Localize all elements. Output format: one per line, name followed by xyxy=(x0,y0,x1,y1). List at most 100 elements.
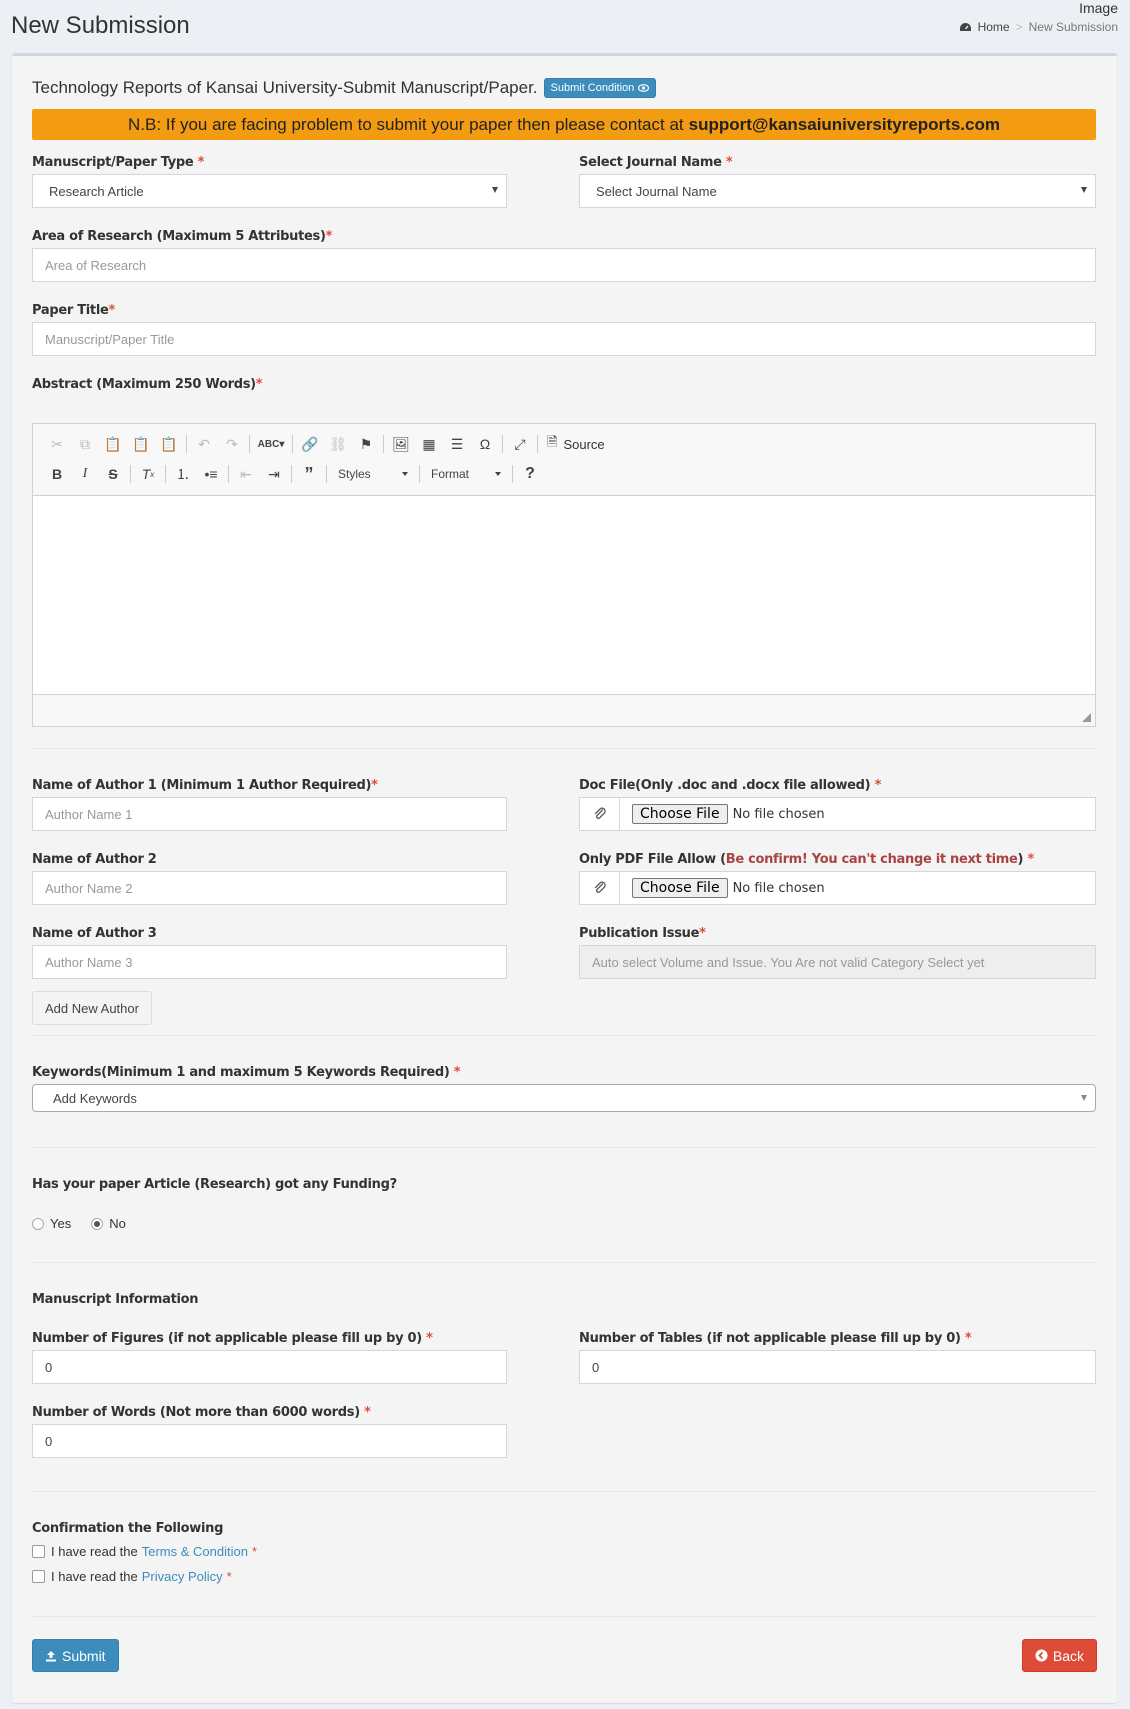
strikethrough-icon[interactable]: S xyxy=(99,461,127,487)
italic-icon[interactable]: I xyxy=(71,461,99,487)
doc-file-label: Doc File(Only .doc and .docx file allowe… xyxy=(579,778,882,793)
abstract-label: Abstract (Maximum 250 Words)* xyxy=(32,377,263,392)
help-icon[interactable]: ? xyxy=(516,461,544,487)
abstract-editor-area[interactable] xyxy=(33,495,1095,695)
table-icon[interactable]: ▦ xyxy=(415,431,443,457)
funding-no-radio[interactable] xyxy=(91,1217,104,1230)
spellcheck-icon[interactable]: ABC▾ xyxy=(253,431,289,457)
privacy-prefix: I have read the xyxy=(51,1569,138,1584)
author3-label: Name of Author 3 xyxy=(32,926,157,941)
chevron-down-icon xyxy=(402,472,408,476)
page-title: New Submission xyxy=(11,12,190,39)
author1-input[interactable]: Author Name 1 xyxy=(32,797,507,831)
author3-input[interactable]: Author Name 3 xyxy=(32,945,507,979)
support-notice: N.B: If you are facing problem to submit… xyxy=(32,109,1096,140)
funding-no-label: No xyxy=(109,1216,126,1231)
area-input[interactable]: Area of Research xyxy=(32,248,1096,282)
decrease-indent-icon[interactable]: ⇤ xyxy=(232,461,260,487)
chevron-down-icon xyxy=(1081,1095,1087,1101)
words-input[interactable]: 0 xyxy=(32,1424,507,1458)
toolbar-separator xyxy=(165,465,166,483)
bulleted-list-icon[interactable]: •≡ xyxy=(197,461,225,487)
link-icon[interactable]: 🔗 xyxy=(296,431,324,457)
copy-icon[interactable]: ⧉ xyxy=(71,431,99,457)
toolbar-separator xyxy=(249,435,250,453)
funding-yes-radio[interactable] xyxy=(32,1217,44,1230)
breadcrumb-home[interactable]: Home xyxy=(978,20,1010,34)
author1-label: Name of Author 1 (Minimum 1 Author Requi… xyxy=(32,778,378,793)
doc-file-field: Choose File No file chosen xyxy=(579,797,1096,831)
toolbar-separator xyxy=(292,435,293,453)
paper-type-select[interactable]: Research Article xyxy=(32,174,507,208)
keywords-select[interactable]: Add Keywords xyxy=(32,1084,1096,1112)
toolbar-separator xyxy=(419,465,420,483)
publication-issue-field: Auto select Volume and Issue. You Are no… xyxy=(579,945,1096,979)
paste-word-icon[interactable]: 📋 xyxy=(155,431,183,457)
paste-text-icon[interactable]: 📋 xyxy=(127,431,155,457)
paste-icon[interactable]: 📋 xyxy=(99,431,127,457)
divider xyxy=(32,1262,1096,1263)
redo-icon[interactable]: ↷ xyxy=(218,431,246,457)
special-char-icon[interactable]: Ω xyxy=(471,431,499,457)
paper-type-label: Manuscript/Paper Type * xyxy=(32,155,205,170)
format-dropdown[interactable]: Format xyxy=(423,463,509,485)
publication-issue-label: Publication Issue* xyxy=(579,926,706,941)
notice-text: N.B: If you are facing problem to submit… xyxy=(128,114,684,134)
dashboard-icon xyxy=(959,22,971,31)
anchor-flag-icon[interactable]: ⚑ xyxy=(352,431,380,457)
divider xyxy=(32,1035,1096,1036)
paper-title-input[interactable]: Manuscript/Paper Title xyxy=(32,322,1096,356)
bold-icon[interactable]: B xyxy=(43,461,71,487)
abstract-editor: ✂ ⧉ 📋 📋 📋 ↶ ↷ ABC▾ 🔗 ⛓ ⚑ 🖼 ▦ ☰ Ω ⤢ 🗎 Sour… xyxy=(32,423,1096,727)
toolbar-separator xyxy=(537,435,538,453)
undo-icon[interactable]: ↶ xyxy=(190,431,218,457)
privacy-checkbox[interactable] xyxy=(32,1570,45,1583)
eye-icon xyxy=(638,84,650,92)
add-author-button[interactable]: Add New Author xyxy=(32,991,152,1025)
words-label: Number of Words (Not more than 6000 word… xyxy=(32,1405,371,1420)
terms-checkbox[interactable] xyxy=(32,1545,45,1558)
submit-condition-button[interactable]: Submit Condition xyxy=(543,78,657,98)
image-icon[interactable]: 🖼 xyxy=(387,431,415,457)
editor-toolbar-row-2: B I S Tx ⒈ •≡ ⇤ ⇥ ” Styles Format ? xyxy=(43,461,544,487)
confirmation-heading: Confirmation the Following xyxy=(32,1521,224,1536)
unlink-icon[interactable]: ⛓ xyxy=(324,431,352,457)
back-button[interactable]: Back xyxy=(1021,1639,1097,1672)
toolbar-separator xyxy=(502,435,503,453)
resize-grip-icon[interactable] xyxy=(1082,713,1091,722)
manuscript-info-heading: Manuscript Information xyxy=(32,1292,199,1307)
chevron-down-icon xyxy=(495,472,501,476)
corner-label: Image xyxy=(1079,0,1118,16)
pdf-file-status: No file chosen xyxy=(732,880,825,896)
area-label: Area of Research (Maximum 5 Attributes)* xyxy=(32,229,333,244)
figures-input[interactable]: 0 xyxy=(32,1350,507,1384)
terms-confirm-row: I have read the Terms & Condition * xyxy=(32,1544,257,1559)
privacy-link[interactable]: Privacy Policy xyxy=(142,1569,223,1584)
source-button[interactable]: 🗎 Source xyxy=(541,431,611,457)
pdf-file-label: Only PDF File Allow (Be confirm! You can… xyxy=(579,852,1034,867)
toolbar-separator xyxy=(186,435,187,453)
blockquote-icon[interactable]: ” xyxy=(295,461,323,487)
author2-input[interactable]: Author Name 2 xyxy=(32,871,507,905)
cut-icon[interactable]: ✂ xyxy=(43,431,71,457)
terms-link[interactable]: Terms & Condition xyxy=(142,1544,248,1559)
journal-select[interactable]: Select Journal Name xyxy=(579,174,1096,208)
toolbar-separator xyxy=(130,465,131,483)
pdf-file-field: Choose File No file chosen xyxy=(579,871,1096,905)
submit-button[interactable]: Submit xyxy=(32,1639,119,1672)
maximize-icon[interactable]: ⤢ xyxy=(506,431,534,457)
intro-line: Technology Reports of Kansai University-… xyxy=(32,78,657,98)
notice-email: support@kansaiuniversityreports.com xyxy=(688,114,1000,134)
increase-indent-icon[interactable]: ⇥ xyxy=(260,461,288,487)
divider xyxy=(32,1616,1096,1617)
submit-condition-label: Submit Condition xyxy=(550,82,635,94)
tables-input[interactable]: 0 xyxy=(579,1350,1096,1384)
horizontal-line-icon[interactable]: ☰ xyxy=(443,431,471,457)
intro-text: Technology Reports of Kansai University-… xyxy=(32,78,538,97)
styles-dropdown[interactable]: Styles xyxy=(330,463,416,485)
remove-format-icon[interactable]: Tx xyxy=(134,461,162,487)
doc-choose-file-button[interactable]: Choose File xyxy=(632,804,728,824)
pdf-choose-file-button[interactable]: Choose File xyxy=(632,878,728,898)
numbered-list-icon[interactable]: ⒈ xyxy=(169,461,197,487)
toolbar-separator xyxy=(383,435,384,453)
